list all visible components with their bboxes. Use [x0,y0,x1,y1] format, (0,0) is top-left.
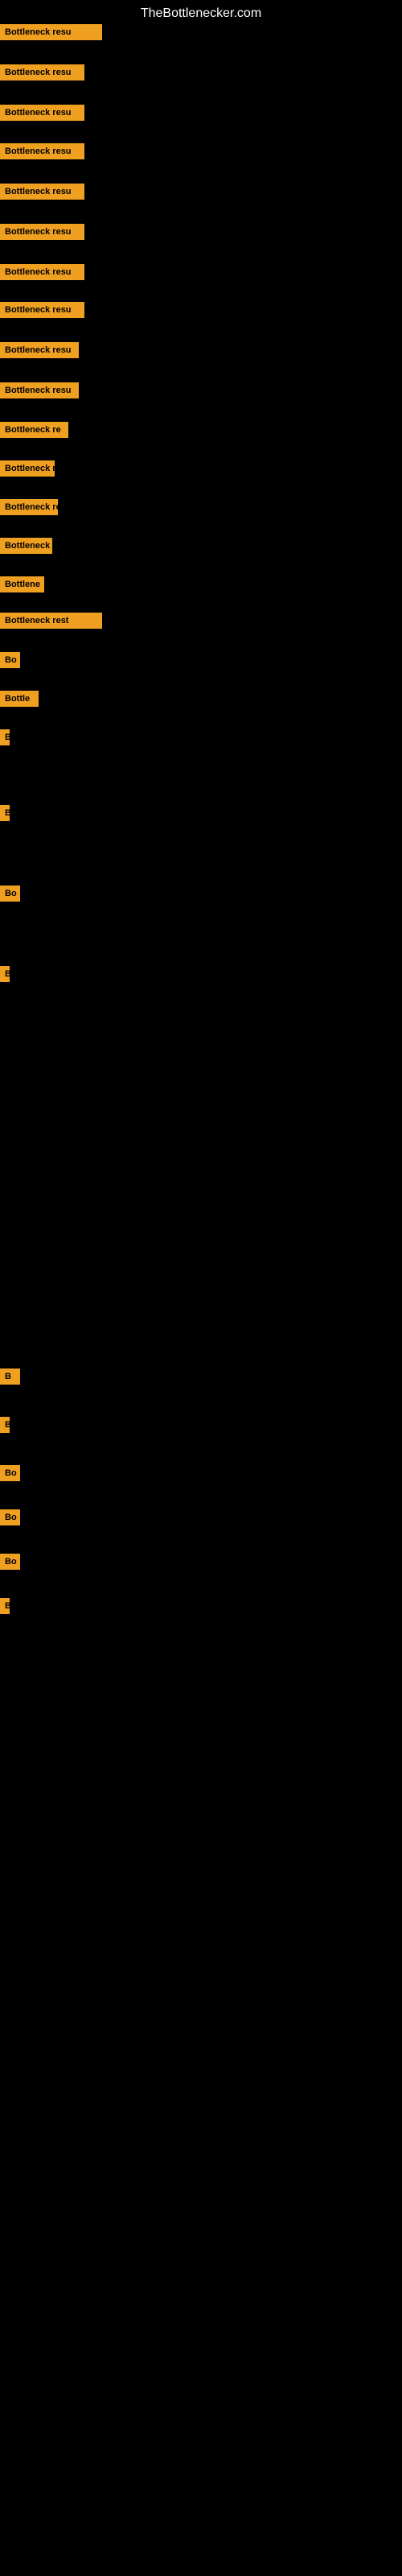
site-title: TheBottlenecker.com [0,0,402,27]
bottleneck-item-22: B [0,966,10,982]
bottleneck-item-27: Bo [0,1554,20,1570]
bottleneck-item-16: Bottleneck rest [0,613,102,629]
bottleneck-item-20: B [0,805,10,821]
bottleneck-item-14: Bottleneck r [0,538,52,554]
bottleneck-item-2: Bottleneck resu [0,64,84,80]
bottleneck-item-24: B [0,1417,10,1433]
bottleneck-item-9: Bottleneck resu [0,342,79,358]
bottleneck-item-23: B [0,1368,20,1385]
bottleneck-item-12: Bottleneck r [0,460,55,477]
bottleneck-item-13: Bottleneck re [0,499,58,515]
bottleneck-item-11: Bottleneck re [0,422,68,438]
bottleneck-item-6: Bottleneck resu [0,224,84,240]
bottleneck-item-25: Bo [0,1465,20,1481]
bottleneck-item-3: Bottleneck resu [0,105,84,121]
bottleneck-item-17: Bo [0,652,20,668]
bottleneck-item-28: B [0,1598,10,1614]
bottleneck-item-4: Bottleneck resu [0,143,84,159]
bottleneck-item-26: Bo [0,1509,20,1525]
bottleneck-item-18: Bottle [0,691,39,707]
bottleneck-item-5: Bottleneck resu [0,184,84,200]
bottleneck-item-8: Bottleneck resu [0,302,84,318]
bottleneck-item-1: Bottleneck resu [0,24,102,40]
bottleneck-item-15: Bottlene [0,576,44,592]
bottleneck-item-7: Bottleneck resu [0,264,84,280]
bottleneck-item-19: B [0,729,10,745]
bottleneck-item-21: Bo [0,886,20,902]
bottleneck-item-10: Bottleneck resu [0,382,79,398]
